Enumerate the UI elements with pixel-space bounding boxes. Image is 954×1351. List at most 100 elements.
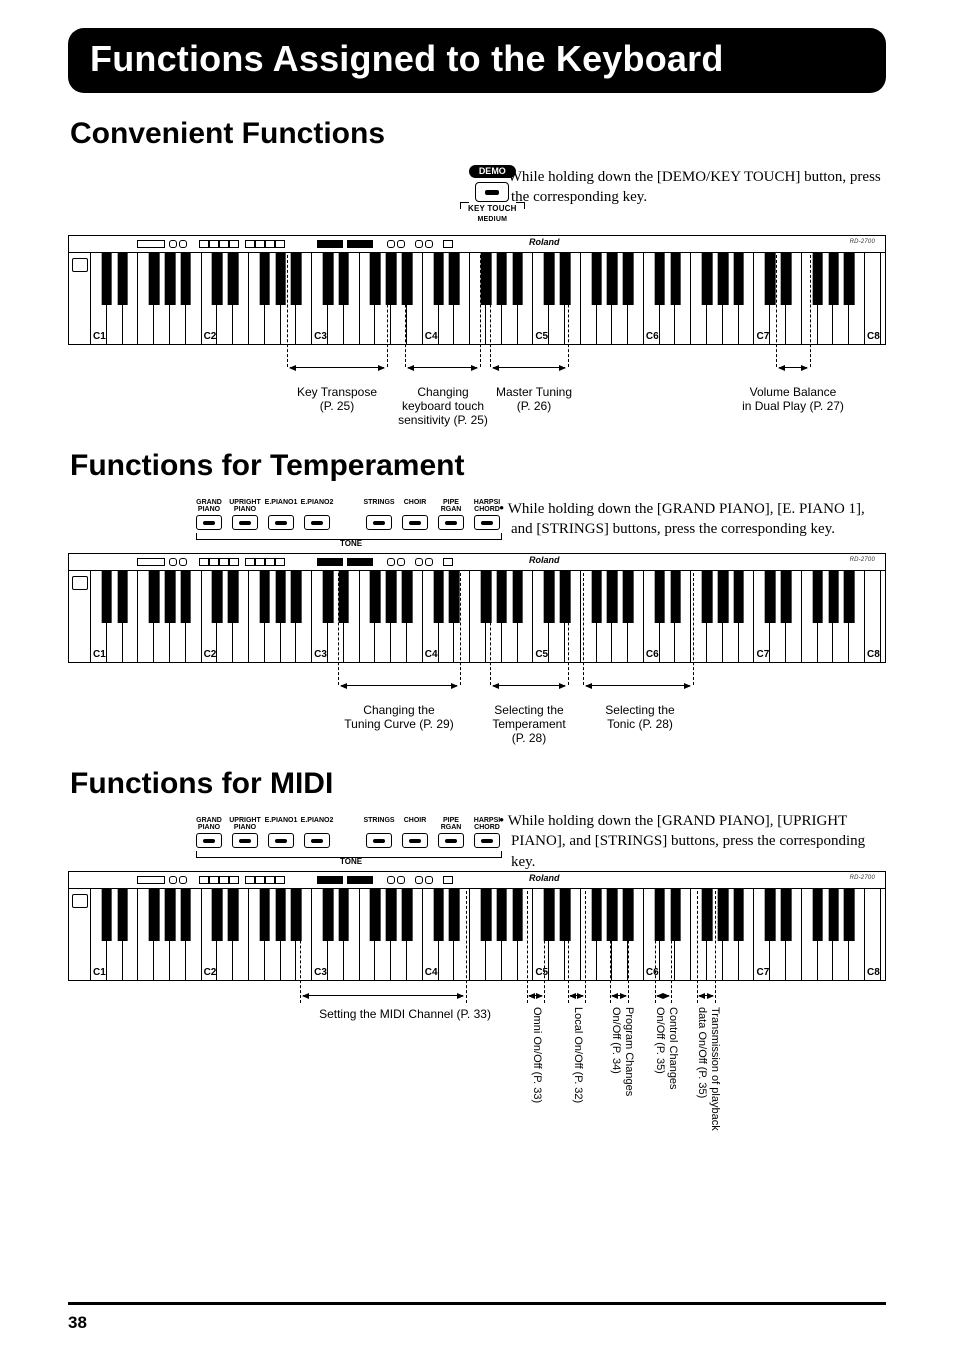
- black-key: [212, 888, 223, 941]
- black-key: [591, 888, 602, 941]
- piano-keys: C1C2C3C4C5C6C7C8: [91, 252, 881, 344]
- black-key: [149, 570, 160, 623]
- page-number: 38: [68, 1313, 87, 1333]
- octave-label: C4: [425, 649, 438, 660]
- black-key: [560, 252, 571, 305]
- annotation-local: Local On/Off (P. 32): [571, 1007, 584, 1147]
- black-key: [781, 252, 792, 305]
- black-key: [180, 888, 191, 941]
- tone-button: [474, 515, 500, 530]
- black-key: [560, 570, 571, 623]
- octave-label: C5: [535, 649, 548, 660]
- octave-label: C8: [867, 331, 880, 342]
- side-panel: [69, 570, 91, 662]
- black-key: [496, 888, 507, 941]
- black-key: [386, 888, 397, 941]
- black-key: [512, 888, 523, 941]
- control-panel-strip: Roland RD-2700: [69, 554, 885, 571]
- black-key: [165, 570, 176, 623]
- annotations: Setting the MIDI Channel (P. 33) Omni On…: [68, 981, 886, 1151]
- black-key: [544, 570, 555, 623]
- black-key: [433, 252, 444, 305]
- octave-label: C2: [204, 649, 217, 660]
- piano-keys: C1C2C3C4C5C6C7C8: [91, 888, 881, 980]
- annotation-omni: Omni On/Off (P. 33): [530, 1007, 543, 1147]
- black-key: [718, 252, 729, 305]
- annotation-volume-balance: Volume Balancein Dual Play (P. 27): [723, 385, 863, 413]
- black-key: [101, 888, 112, 941]
- octave-label: C2: [204, 967, 217, 978]
- black-key: [812, 888, 823, 941]
- tone-button-label: UPRIGHTPIANO: [225, 817, 265, 831]
- white-key: C8: [865, 570, 881, 662]
- black-key: [228, 570, 239, 623]
- octave-label: C3: [314, 331, 327, 342]
- black-key: [812, 570, 823, 623]
- octave-label: C7: [756, 331, 769, 342]
- black-key: [702, 252, 713, 305]
- black-key: [117, 252, 128, 305]
- tone-button-label: HARPSICHORD: [467, 499, 507, 513]
- tone-button-label: CHOIR: [395, 499, 435, 506]
- tone-button: [268, 515, 294, 530]
- black-key: [449, 570, 460, 623]
- tone-button: [438, 833, 464, 848]
- black-key: [259, 570, 270, 623]
- black-key: [338, 570, 349, 623]
- black-key: [402, 252, 413, 305]
- tone-button-strip: • While holding down the [GRAND PIANO], …: [68, 811, 886, 867]
- black-key: [165, 252, 176, 305]
- tone-button-label: STRINGS: [359, 499, 399, 506]
- black-key: [733, 888, 744, 941]
- black-key: [323, 252, 334, 305]
- black-key: [180, 570, 191, 623]
- black-key: [370, 252, 381, 305]
- tone-button: [438, 515, 464, 530]
- black-key: [433, 570, 444, 623]
- black-key: [844, 252, 855, 305]
- octave-label: C7: [756, 967, 769, 978]
- black-key: [654, 570, 665, 623]
- black-key: [259, 888, 270, 941]
- black-key: [733, 570, 744, 623]
- octave-label: C3: [314, 967, 327, 978]
- black-key: [844, 570, 855, 623]
- black-key: [291, 252, 302, 305]
- octave-label: C1: [93, 331, 106, 342]
- octave-label: C8: [867, 967, 880, 978]
- black-key: [544, 888, 555, 941]
- control-panel-strip: Roland RD-2700: [69, 872, 885, 889]
- annotation-temperament: Selecting theTemperament(P. 28): [474, 703, 584, 745]
- tone-button-label: E.PIANO1: [261, 817, 301, 824]
- black-key: [481, 570, 492, 623]
- annotation-tonic: Selecting theTonic (P. 28): [585, 703, 695, 731]
- page-title: Functions Assigned to the Keyboard: [68, 28, 886, 93]
- black-key: [496, 252, 507, 305]
- black-key: [828, 570, 839, 623]
- black-key: [718, 570, 729, 623]
- black-key: [149, 888, 160, 941]
- black-key: [338, 252, 349, 305]
- tone-button: [304, 515, 330, 530]
- black-key: [386, 570, 397, 623]
- black-key: [591, 252, 602, 305]
- roland-logo: Roland: [529, 237, 560, 247]
- octave-label: C6: [646, 331, 659, 342]
- black-key: [623, 570, 634, 623]
- tone-button: [196, 515, 222, 530]
- tone-button-label: UPRIGHTPIANO: [225, 499, 265, 513]
- tone-button-label: PIPERGAN: [431, 817, 471, 831]
- black-key: [812, 252, 823, 305]
- black-key: [781, 570, 792, 623]
- black-key: [180, 252, 191, 305]
- tone-label: TONE: [340, 857, 362, 866]
- octave-label: C6: [646, 649, 659, 660]
- annotation-tuning-curve: Changing theTuning Curve (P. 29): [329, 703, 469, 731]
- black-key: [765, 252, 776, 305]
- black-key: [370, 888, 381, 941]
- black-key: [402, 570, 413, 623]
- white-key: C8: [865, 252, 881, 344]
- black-key: [512, 570, 523, 623]
- octave-label: C1: [93, 967, 106, 978]
- tone-button: [232, 515, 258, 530]
